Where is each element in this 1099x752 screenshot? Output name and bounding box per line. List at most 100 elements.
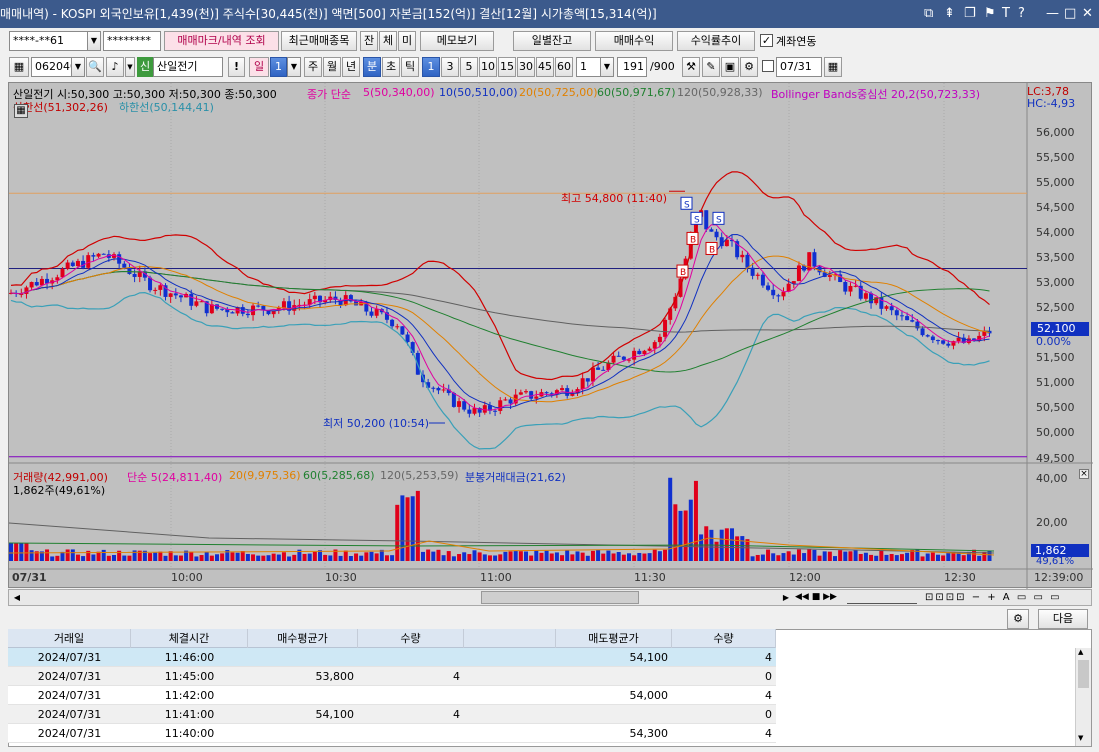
pin-icon[interactable]: ⇞: [944, 0, 955, 28]
chart-type-icon[interactable]: ▦: [9, 57, 29, 77]
profit-rate-button[interactable]: 수익률추이: [677, 31, 755, 51]
execution-button[interactable]: 체: [379, 31, 397, 51]
search-icon[interactable]: 🔍: [86, 57, 104, 77]
minute-15[interactable]: 15: [498, 57, 516, 77]
table-row[interactable]: 2024/07/31 11:45:00 53,800 4 0: [8, 667, 776, 686]
date-checkbox[interactable]: [762, 60, 774, 72]
font-icon[interactable]: T: [1002, 0, 1010, 28]
table-cell: 54,100: [629, 651, 669, 664]
time-tick: 11:00: [480, 571, 512, 584]
candlestick-chart[interactable]: BBBSS S: [9, 83, 1093, 589]
minute-60[interactable]: 60: [555, 57, 573, 77]
stock-code-input[interactable]: 062040: [31, 57, 73, 77]
interval-dropdown[interactable]: ▼: [600, 57, 614, 77]
draw-icon[interactable]: ✎: [702, 57, 720, 77]
scroll-right-icon[interactable]: ▶: [779, 591, 793, 604]
period-second[interactable]: 초: [382, 57, 400, 77]
minute-5[interactable]: 5: [460, 57, 478, 77]
next-button[interactable]: 다음: [1038, 609, 1088, 629]
col-sell-avg: 매도평균가: [556, 629, 672, 648]
count-total: /900: [650, 60, 675, 73]
date-input[interactable]: 07/31: [776, 57, 822, 77]
scroll-thumb[interactable]: [481, 591, 639, 604]
price-tick: 53,500: [1036, 251, 1075, 264]
calculator-icon[interactable]: ▦: [14, 104, 28, 118]
period-minute[interactable]: 분: [363, 57, 381, 77]
table-row[interactable]: 2024/07/31 11:40:00 54,300 4: [8, 724, 776, 743]
stock-code-dropdown[interactable]: ▼: [71, 57, 85, 77]
scroll-down-icon[interactable]: ▼: [1078, 734, 1083, 742]
minimize-icon[interactable]: —: [1046, 0, 1059, 28]
close-icon[interactable]: ✕: [1082, 0, 1093, 28]
period-year[interactable]: 년: [342, 57, 360, 77]
col-blank: [464, 629, 556, 648]
password-input[interactable]: ********: [103, 31, 161, 51]
table-cell: 4: [453, 670, 460, 683]
count-input[interactable]: 191: [617, 57, 647, 77]
minute-3[interactable]: 3: [441, 57, 459, 77]
hc-value: HC:-4,93: [1027, 97, 1076, 110]
price-tick: 50,500: [1036, 401, 1075, 414]
interval-input[interactable]: 1: [576, 57, 602, 77]
period-day-count[interactable]: 1: [270, 57, 287, 77]
memo-button[interactable]: 메모보기: [420, 31, 494, 51]
period-month[interactable]: 월: [323, 57, 341, 77]
save-icon[interactable]: ▣: [721, 57, 739, 77]
period-week[interactable]: 주: [304, 57, 322, 77]
minute-30[interactable]: 30: [517, 57, 535, 77]
sound-icon[interactable]: ♪: [106, 57, 124, 77]
trade-profit-button[interactable]: 매매수익: [595, 31, 673, 51]
table-cell: 11:45:00: [164, 670, 215, 683]
minute-45[interactable]: 45: [536, 57, 554, 77]
bookmark-icon[interactable]: ⚑: [984, 0, 996, 28]
chart-area[interactable]: BBBSSS 산일전기 시:50,300 고:50,300 저:50,300 종…: [8, 82, 1093, 589]
view-tools-icon[interactable]: ⊡⊡⊡⊡ − + A ▭ ▭ ▭: [925, 591, 1062, 604]
table-cell: 2024/07/31: [37, 689, 102, 702]
balance-button[interactable]: 잔: [360, 31, 378, 51]
scroll-up-icon[interactable]: ▲: [1078, 648, 1083, 656]
account-link-checkbox[interactable]: ✓: [760, 34, 773, 47]
calendar-icon[interactable]: ▦: [824, 57, 842, 77]
unfilled-button[interactable]: 미: [398, 31, 416, 51]
legend-ma60: 60(50,971,67): [597, 86, 676, 99]
daily-balance-button[interactable]: 일별잔고: [513, 31, 591, 51]
playback-icon[interactable]: ◀◀ ■ ▶▶: [795, 591, 837, 604]
settings-icon[interactable]: ⚙: [740, 57, 758, 77]
svg-text:S: S: [716, 215, 722, 225]
maximize-icon[interactable]: □: [1064, 0, 1076, 28]
col-buy-avg: 매수평균가: [248, 629, 358, 648]
trade-mark-button[interactable]: 매매마크/내역 조회: [164, 31, 279, 51]
alert-icon[interactable]: !: [228, 57, 245, 77]
table-cell: [248, 648, 358, 667]
table-cell: 2024/07/31: [37, 651, 102, 664]
minute-10[interactable]: 10: [479, 57, 497, 77]
table-cell: 53,800: [315, 670, 355, 683]
chart-scrollbar[interactable]: ◀ ▶ ◀◀ ■ ▶▶ ⊡⊡⊡⊡ − + A ▭ ▭ ▭: [8, 589, 1092, 606]
period-dropdown[interactable]: ▼: [287, 57, 301, 77]
help-icon[interactable]: ?: [1018, 0, 1025, 28]
account-dropdown[interactable]: ▼: [87, 31, 101, 51]
scroll-left-icon[interactable]: ◀: [10, 591, 24, 604]
recent-trades-button[interactable]: 최근매매종목: [281, 31, 357, 51]
chevron-down-icon[interactable]: ▼: [125, 57, 135, 77]
table-row[interactable]: 2024/07/31 11:46:00 54,100 4: [8, 648, 776, 667]
legend-lower-band: 하한선(50,144,41): [119, 101, 214, 114]
period-tick[interactable]: 틱: [401, 57, 419, 77]
account-input[interactable]: ****-**61: [9, 31, 89, 51]
copy-icon[interactable]: ❐: [964, 0, 976, 28]
table-scroll-thumb[interactable]: [1078, 660, 1089, 688]
zoom-slider[interactable]: [847, 591, 917, 604]
tools-icon[interactable]: ⚒: [682, 57, 700, 77]
legend-volume-ma20: 20(9,975,36): [229, 469, 301, 482]
period-day[interactable]: 일: [249, 57, 269, 77]
stock-name[interactable]: 산일전기: [153, 57, 223, 77]
time-tick: 07/31: [12, 571, 47, 584]
minute-1[interactable]: 1: [422, 57, 440, 77]
table-row[interactable]: 2024/07/31 11:42:00 54,000 4: [8, 686, 776, 705]
restore-icon[interactable]: ⧉: [924, 0, 933, 28]
close-icon[interactable]: ×: [1079, 469, 1089, 479]
gear-icon[interactable]: ⚙: [1007, 609, 1029, 629]
table-scrollbar[interactable]: ▲ ▼: [1075, 648, 1091, 746]
time-tick: 10:30: [325, 571, 357, 584]
table-row[interactable]: 2024/07/31 11:41:00 54,100 4 0: [8, 705, 776, 724]
